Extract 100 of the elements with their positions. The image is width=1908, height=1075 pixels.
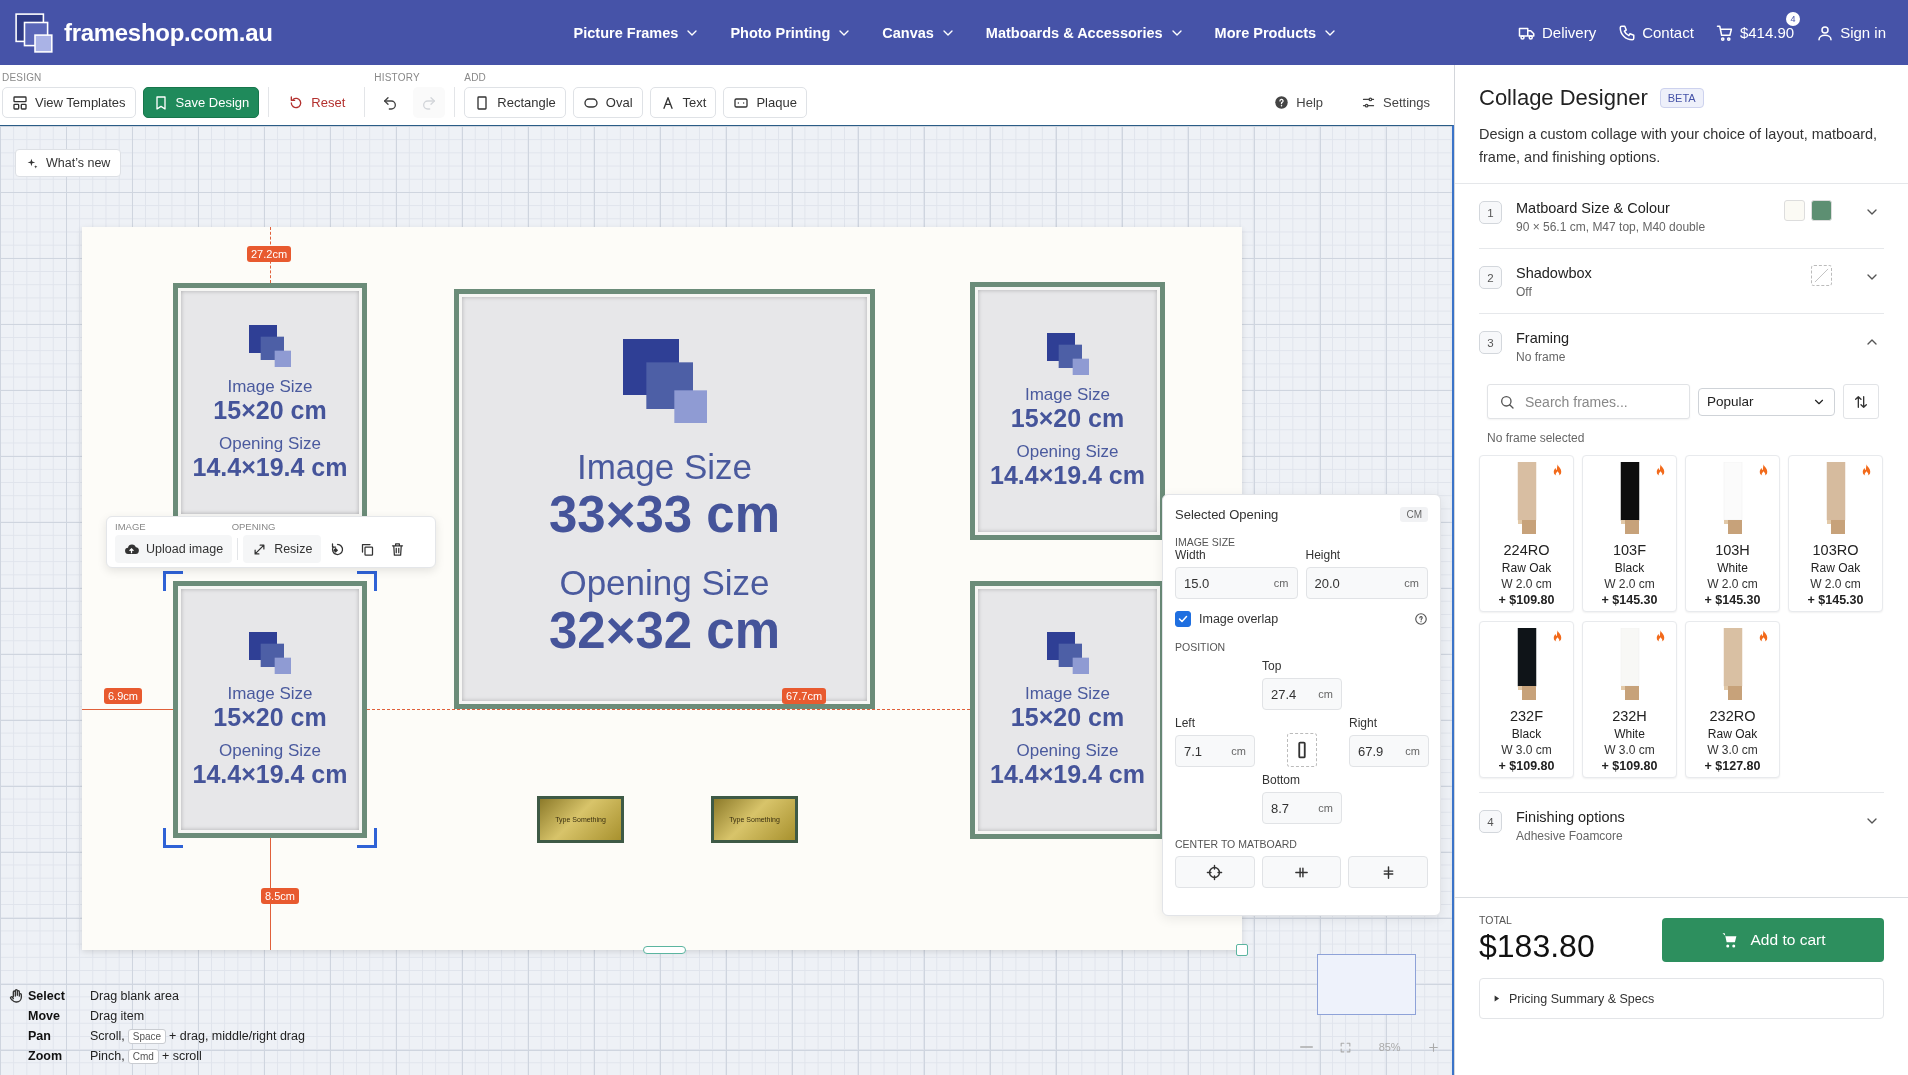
cart-icon <box>1715 23 1734 42</box>
nav-contact-link[interactable]: Contact <box>1618 23 1694 42</box>
field-label: Top <box>1262 659 1283 673</box>
checkbox-label: Image overlap <box>1199 612 1280 626</box>
add-oval-button[interactable]: Oval <box>572 87 643 118</box>
frame-card[interactable]: 103RO Raw Oak W 2.0 cm + $145.30 <box>1788 455 1883 612</box>
beta-badge: BETA <box>1659 88 1704 108</box>
fullscreen-icon <box>1339 1040 1353 1054</box>
mat-opening[interactable]: Image Size 15×20 cm Opening Size 14.4×19.4 cm <box>970 282 1165 540</box>
colour-swatch[interactable] <box>1784 200 1805 221</box>
no-shadowbox-swatch[interactable] <box>1811 265 1832 286</box>
add-text-button[interactable]: Text <box>649 87 717 118</box>
opening-outline-icon <box>1287 733 1317 767</box>
nav-sign-in-link[interactable]: Sign in <box>1816 23 1886 42</box>
frame-card[interactable]: 224RO Raw Oak W 2.0 cm + $109.80 <box>1479 455 1574 612</box>
minus-icon <box>1300 1046 1313 1048</box>
nav-cart-link[interactable]: $414.90 <box>1715 23 1795 42</box>
unit-label: cm <box>1404 577 1419 589</box>
zoom-level: 85% <box>1378 1041 1401 1053</box>
step-number: 4 <box>1479 810 1502 833</box>
size-input[interactable]: 15.0 cm <box>1175 567 1298 599</box>
center-both-button[interactable] <box>1175 856 1255 888</box>
selection-handle[interactable] <box>163 828 183 848</box>
unit-label: cm <box>1318 802 1333 814</box>
nav-menu-item[interactable]: Picture Frames <box>573 24 701 41</box>
frame-colour: White <box>1717 561 1748 575</box>
sort-dropdown[interactable]: Popular <box>1698 387 1835 416</box>
sort-order-button[interactable] <box>1843 384 1879 419</box>
save-design-button[interactable]: Save Design <box>142 87 260 118</box>
rotate-icon <box>330 541 346 557</box>
selection-handle[interactable] <box>357 571 377 591</box>
phone-icon <box>1618 23 1637 42</box>
mat-opening[interactable]: Image Size 15×20 cm Opening Size 14.4×19.4 cm <box>970 581 1165 839</box>
image-size-value: 15×20 cm <box>213 703 327 731</box>
view-templates-button[interactable]: View Templates <box>2 87 136 118</box>
position-input[interactable]: 7.1 cm <box>1175 735 1255 767</box>
corner-handle[interactable] <box>1236 944 1248 956</box>
site-logo[interactable]: frameshop.com.au <box>64 18 273 47</box>
field-label: Height <box>1305 548 1342 562</box>
frame-width: W 2.0 cm <box>1501 577 1552 591</box>
frame-card[interactable]: 103F Black W 2.0 cm + $145.30 <box>1582 455 1677 612</box>
image-size-label: Image Size <box>1024 385 1110 405</box>
image-placeholder-icon <box>1046 632 1089 674</box>
sort-icon <box>1853 393 1869 410</box>
frame-width: W 3.0 cm <box>1604 743 1655 757</box>
unit-toggle[interactable]: CM <box>1400 507 1428 522</box>
step-title[interactable]: Shadowbox <box>1516 263 1797 283</box>
help-button[interactable]: Help <box>1268 94 1329 111</box>
step-summary: Adhesive Foamcore <box>1516 829 1624 843</box>
key-cap: Space <box>127 1028 167 1044</box>
position-input[interactable]: 67.9 cm <box>1349 735 1429 767</box>
section-label: IMAGE SIZE <box>1175 536 1237 548</box>
selection-handle[interactable] <box>357 828 377 848</box>
step-title[interactable]: Matboard Size & Colour <box>1516 198 1770 218</box>
toolbar-group-label: HISTORY <box>374 72 421 84</box>
measurement-label: 8.5cm <box>261 888 299 904</box>
opening-size-label: Opening Size <box>559 563 770 603</box>
unit-label: cm <box>1405 745 1420 757</box>
frame-card[interactable]: 232F Black W 3.0 cm + $109.80 <box>1479 621 1574 778</box>
design-canvas[interactable] <box>0 125 1454 1075</box>
measurement-label: 6.9cm <box>104 688 142 704</box>
add-rectangle-button[interactable]: Rectangle <box>464 87 566 118</box>
size-input[interactable]: 20.0 cm <box>1305 567 1428 599</box>
image-size-label: Image Size <box>227 376 313 397</box>
opening-size-label: Opening Size <box>218 740 322 761</box>
resize-button[interactable]: Resize <box>243 535 322 563</box>
colour-swatch[interactable] <box>1811 200 1832 221</box>
shortcut-action: Move <box>28 1009 61 1023</box>
image-size-value: 33×33 cm <box>548 487 781 543</box>
frame-colour: White <box>1614 727 1645 741</box>
resize-handle[interactable] <box>643 946 686 954</box>
step-title[interactable]: Framing <box>1516 328 1818 348</box>
nav-menu-item[interactable]: More Products <box>1214 24 1339 41</box>
upload-image-button[interactable]: Upload image <box>115 535 233 563</box>
layout-icon <box>12 94 28 111</box>
selection-handle[interactable] <box>163 571 183 591</box>
add-plaque-button[interactable]: Plaque <box>723 87 807 118</box>
nav-menu-item[interactable]: Matboards & Accessories <box>985 24 1185 41</box>
search-icon <box>1499 394 1515 410</box>
position-input[interactable]: 27.4 cm <box>1262 678 1342 710</box>
shortcut-action: Pan <box>28 1029 52 1043</box>
frame-card[interactable]: 232RO Raw Oak W 3.0 cm + $127.80 <box>1685 621 1780 778</box>
add-to-cart-button[interactable]: Add to cart <box>1662 917 1884 962</box>
step-title[interactable]: Finishing options <box>1516 807 1818 827</box>
undo-icon <box>382 94 399 111</box>
search-field[interactable]: Search frames... <box>1487 384 1690 419</box>
whats-new-button[interactable]: What’s new <box>15 149 122 177</box>
frame-width: W 2.0 cm <box>1707 577 1758 591</box>
pricing-summary-toggle[interactable]: Pricing Summary & Specs <box>1479 978 1884 1019</box>
nav-menu-item[interactable]: Photo Printing <box>730 24 853 41</box>
image-overlap-checkbox[interactable] <box>1175 611 1191 627</box>
mat-opening[interactable]: Image Size 15×20 cm Opening Size 14.4×19.4 cm <box>173 581 367 838</box>
shortcut-description: Pinch, <box>90 1049 125 1063</box>
frame-card[interactable]: 103H White W 2.0 cm + $145.30 <box>1685 455 1780 612</box>
settings-button[interactable]: Settings <box>1355 94 1436 111</box>
nav-menu-item[interactable]: Canvas <box>882 24 956 41</box>
frame-card[interactable]: 232H White W 3.0 cm + $109.80 <box>1582 621 1677 778</box>
shortcut-action: Select <box>28 989 66 1003</box>
nav-delivery-link[interactable]: Delivery <box>1518 23 1597 42</box>
position-input[interactable]: 8.7 cm <box>1262 792 1342 824</box>
